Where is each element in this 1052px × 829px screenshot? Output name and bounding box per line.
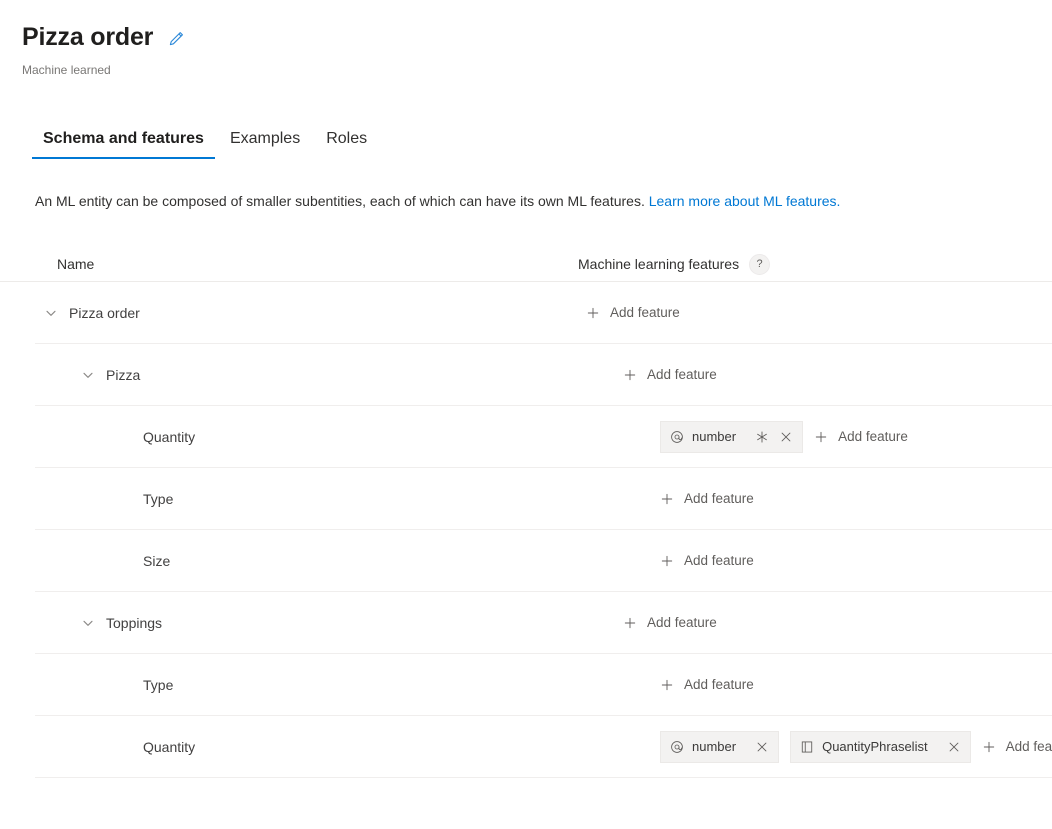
add-feature-button[interactable]: Add feature [660,676,754,694]
feature-chip[interactable]: QuantityPhraselist [790,730,971,763]
row-name-label: Toppings [106,614,163,631]
feature-chip-label: QuantityPhraselist [822,739,928,754]
add-feature-label: Add feature [1005,738,1052,754]
add-feature-label: Add feature [684,490,754,506]
row-name-cell: Toppings [35,613,623,633]
row-features-cell: Add feature [586,304,1052,322]
add-feature-button[interactable]: Add feature [623,366,717,384]
tab-examples[interactable]: Examples [217,128,313,159]
row-name-label: Pizza [106,366,141,383]
add-feature-button[interactable]: Add feature [623,614,717,632]
column-header-features-label: Machine learning features [578,256,740,272]
table-row: Quantity number QuantityPhraselist Add feat… [35,716,1052,778]
row-name-label: Size [143,552,171,569]
feature-chip-label: number [692,739,737,754]
row-features-cell: Add feature [660,676,1052,694]
table-row: Quantity number Add feature [35,406,1052,468]
row-features-cell: number Add feature [660,420,1052,453]
close-icon[interactable] [946,739,962,755]
column-header-name: Name [57,256,95,272]
row-name-label: Quantity [143,428,196,445]
close-icon[interactable] [754,739,770,755]
row-features-cell: Add feature [623,366,1052,384]
add-feature-button[interactable]: Add feature [814,428,908,446]
plus-icon [660,678,674,692]
at-sign-icon [670,740,684,754]
add-feature-button[interactable]: Add feature [586,304,680,322]
table-row: Type Add feature [35,654,1052,716]
plus-icon [982,740,996,754]
table-row: Pizza order Add feature [35,282,1052,344]
row-name-cell: Quantity [35,737,660,757]
row-name-label: Type [143,676,174,693]
add-feature-label: Add feature [838,428,908,444]
tab-roles[interactable]: Roles [313,128,380,159]
row-name-cell: Pizza order [35,303,586,323]
row-name-label: Type [143,490,174,507]
tab-schema-and-features[interactable]: Schema and features [30,128,217,159]
row-features-cell: Add feature [660,552,1052,570]
close-icon[interactable] [778,429,794,445]
page-header: Pizza order Machine learned [0,0,1052,78]
add-feature-label: Add feature [647,614,717,630]
table-row: Pizza Add feature [35,344,1052,406]
feature-chip[interactable]: number [660,420,804,453]
table-header-row: Name Machine learning features ? [0,247,1052,282]
plus-icon [623,368,637,382]
at-sign-icon [670,430,684,444]
row-name-label: Pizza order [69,304,140,321]
chevron-down-icon[interactable] [80,367,96,383]
row-features-cell: Add feature [660,490,1052,508]
table-body: Pizza order Add feature Pizza Add feature Qu… [0,282,1052,778]
table-row: Size Add feature [35,530,1052,592]
asterisk-icon[interactable] [754,429,770,445]
row-name-cell: Type [35,489,660,509]
column-header-features: Machine learning features ? [578,253,771,275]
chevron-down-icon[interactable] [80,615,96,631]
plus-icon [660,492,674,506]
description-text: An ML entity can be composed of smaller … [35,193,645,209]
row-features-cell: number QuantityPhraselist Add feature [660,730,1052,763]
plus-icon [660,554,674,568]
pencil-icon[interactable] [165,28,187,50]
feature-chip-label: number [692,429,737,444]
features-table: Name Machine learning features ? Pizza o… [0,247,1052,778]
add-feature-button[interactable]: Add feature [660,490,754,508]
add-feature-button[interactable]: Add feature [982,738,1052,756]
feature-chip[interactable]: number [660,730,780,763]
add-feature-label: Add feature [610,304,680,320]
help-icon[interactable]: ? [749,253,771,275]
row-name-label: Quantity [143,738,196,755]
learn-more-link[interactable]: Learn more about ML features. [649,193,841,209]
row-name-cell: Size [35,551,660,571]
page-title: Pizza order [22,23,154,51]
add-feature-label: Add feature [647,366,717,382]
chevron-down-icon[interactable] [43,305,59,321]
schema-description: An ML entity can be composed of smaller … [35,191,1052,211]
plus-icon [814,430,828,444]
plus-icon [586,306,600,320]
add-feature-label: Add feature [684,676,754,692]
add-feature-button[interactable]: Add feature [660,552,754,570]
tab-bar: Schema and features Examples Roles [30,125,1052,159]
plus-icon [623,616,637,630]
row-name-cell: Quantity [35,427,660,447]
table-row: Type Add feature [35,468,1052,530]
table-row: Toppings Add feature [35,592,1052,654]
title-row: Pizza order [22,22,1052,52]
row-features-cell: Add feature [623,614,1052,632]
add-feature-label: Add feature [684,552,754,568]
row-name-cell: Pizza [35,365,623,385]
entity-type-subtitle: Machine learned [22,63,111,77]
phraselist-book-icon [800,740,814,754]
row-name-cell: Type [35,675,660,695]
